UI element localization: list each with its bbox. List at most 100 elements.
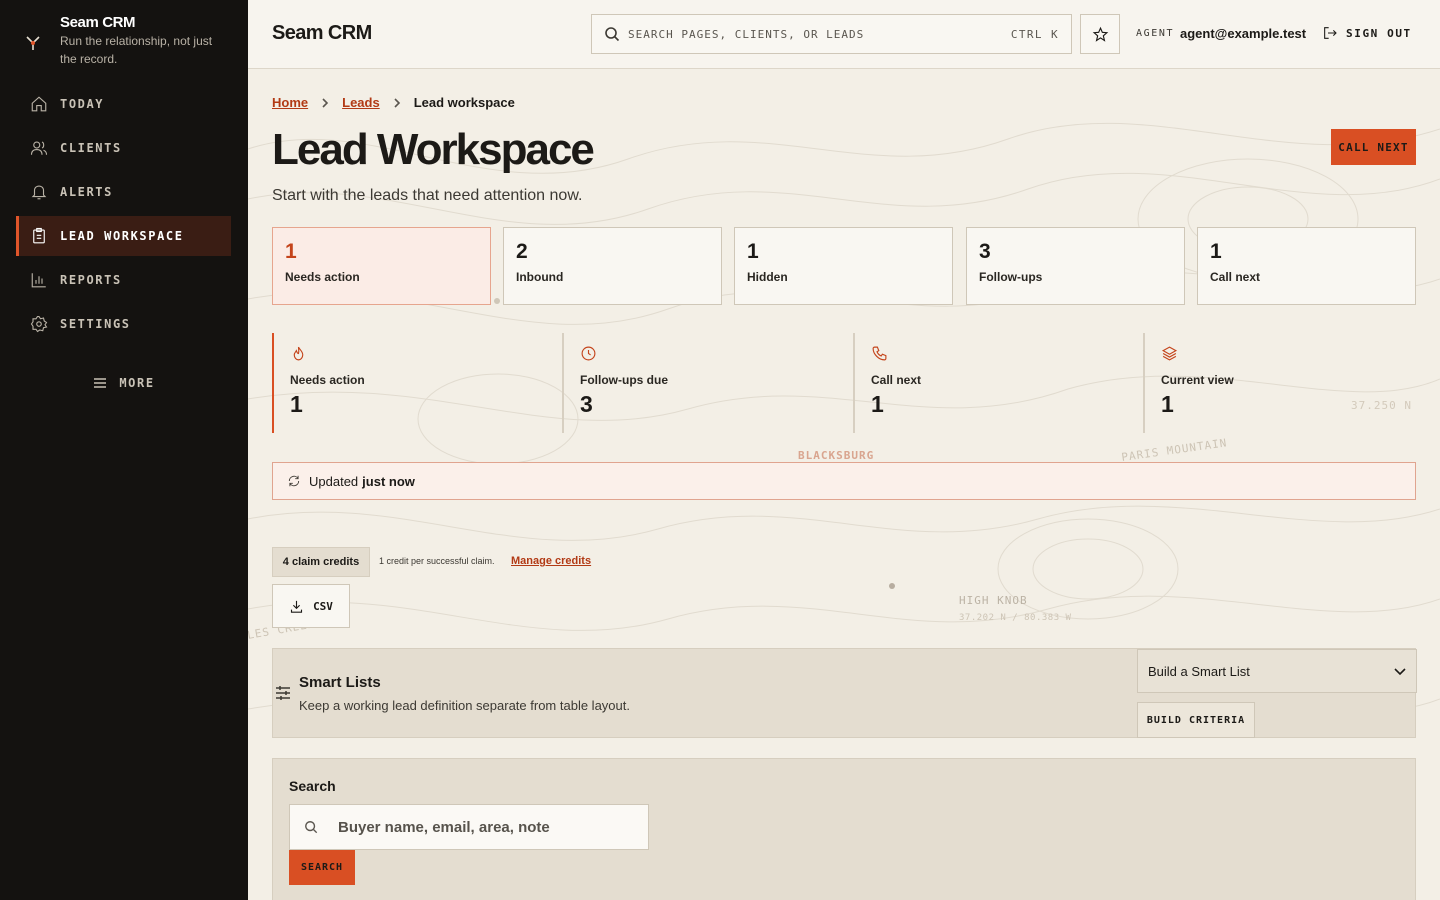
stat-value: 1 — [871, 391, 884, 417]
clock-icon — [581, 346, 596, 361]
sign-out-label: SIGN OUT — [1346, 26, 1412, 40]
breadcrumb-current: Lead workspace — [413, 95, 515, 110]
smart-list-select[interactable]: Build a Smart List — [1137, 649, 1417, 693]
lead-search-input[interactable] — [338, 818, 648, 836]
users-icon — [30, 141, 48, 155]
stat-follow-ups-due: Follow-ups due 3 — [562, 333, 842, 433]
map-label-high-knob: HIGH KNOB — [959, 594, 1028, 607]
global-search[interactable]: CTRL K — [591, 14, 1072, 54]
stat-needs-action: Needs action 1 — [272, 333, 552, 433]
global-search-input[interactable] — [628, 27, 1011, 41]
sidebar-item-label: LEAD WORKSPACE — [60, 229, 184, 243]
search-shortcut: CTRL K — [1010, 27, 1059, 41]
tile-label: Hidden — [747, 270, 788, 284]
tile-follow-ups[interactable]: 3 Follow-ups — [966, 227, 1185, 305]
tile-value: 1 — [285, 240, 297, 263]
tile-needs-action[interactable]: 1 Needs action — [272, 227, 491, 305]
agent-email: agent@example.test — [1180, 26, 1307, 41]
favorite-button[interactable] — [1080, 14, 1120, 54]
chevron-right-icon — [322, 97, 329, 108]
updated-prefix: Updated — [309, 473, 359, 489]
manage-credits-link[interactable]: Manage credits — [511, 555, 591, 567]
tile-value: 3 — [979, 240, 991, 263]
tile-inbound[interactable]: 2 Inbound — [503, 227, 722, 305]
lead-search-label: Search — [289, 778, 336, 794]
logout-icon — [1324, 27, 1337, 39]
breadcrumb-home[interactable]: Home — [272, 95, 308, 110]
chevron-right-icon — [394, 97, 400, 108]
app-title: Seam CRM — [272, 22, 372, 44]
sliders-icon — [276, 686, 290, 700]
star-icon — [1092, 26, 1108, 42]
updated-value: just now — [362, 473, 415, 489]
tile-call-next[interactable]: 1 Call next — [1197, 227, 1416, 305]
map-label-blacksburg: BLACKSBURG — [798, 449, 874, 462]
stat-value: 1 — [1161, 391, 1174, 417]
clipboard-icon — [33, 227, 45, 244]
bell-icon — [31, 185, 47, 200]
stat-label: Follow-ups due — [580, 373, 668, 387]
brand-name: Seam CRM — [60, 14, 136, 31]
credits-note: 1 credit per successful claim. — [379, 556, 495, 566]
updated-banner: Updated just now — [272, 462, 1416, 500]
home-icon — [31, 96, 47, 112]
call-next-button[interactable]: CALL NEXT — [1331, 129, 1416, 165]
sidebar-item-alerts[interactable]: ALERTS — [16, 172, 231, 212]
claim-credits-badge: 4 claim credits — [272, 547, 370, 577]
tile-label: Follow-ups — [979, 270, 1043, 284]
stat-label: Needs action — [290, 373, 365, 387]
csv-export-button[interactable]: CSV — [272, 584, 350, 628]
search-button[interactable]: SEARCH — [289, 850, 355, 885]
smart-lists-title: Smart Lists — [299, 674, 381, 691]
stat-call-next: Call next 1 — [853, 333, 1133, 433]
tile-label: Call next — [1210, 270, 1261, 284]
csv-label: CSV — [313, 599, 333, 613]
breadcrumb-leads[interactable]: Leads — [342, 95, 380, 110]
tile-label: Inbound — [516, 270, 564, 284]
brand-tagline: Run the relationship, not just the recor… — [60, 34, 213, 66]
sidebar-item-today[interactable]: TODAY — [16, 84, 231, 124]
sidebar-item-clients[interactable]: CLIENTS — [16, 128, 231, 168]
sidebar-item-label: SETTINGS — [60, 317, 131, 331]
brand[interactable]: Seam CRM Run the relationship, not just … — [24, 14, 230, 68]
sidebar-item-label: ALERTS — [60, 185, 113, 199]
page-title: Lead Workspace — [272, 125, 595, 174]
refresh-icon[interactable] — [287, 474, 301, 488]
map-label-paris-mountain: PARIS MOUNTAIN — [1121, 436, 1228, 464]
gear-icon — [30, 315, 48, 333]
stat-value: 1 — [290, 391, 303, 417]
sidebar-item-lead-workspace[interactable]: LEAD WORKSPACE — [16, 216, 231, 256]
tile-hidden[interactable]: 1 Hidden — [734, 227, 953, 305]
phone-icon — [872, 346, 887, 361]
more-button[interactable]: MORE — [0, 372, 248, 394]
menu-icon — [94, 378, 107, 388]
sidebar-item-label: TODAY — [60, 97, 105, 111]
search-icon — [605, 27, 620, 42]
smart-lists-description: Keep a working lead definition separate … — [299, 698, 630, 713]
layers-icon — [1161, 346, 1178, 361]
sidebar-item-reports[interactable]: REPORTS — [16, 260, 231, 300]
lead-search-panel: Search SEARCH — [272, 758, 1416, 900]
sidebar: Seam CRM Run the relationship, not just … — [0, 0, 248, 900]
map-label-high-knob-coords: 37.202 N / 80.383 W — [959, 613, 1072, 623]
stat-current-view: Current view 1 — [1143, 333, 1423, 433]
main-content: BLACKSBURG PARIS MOUNTAIN HIGH KNOB 37.2… — [248, 69, 1440, 900]
stat-label: Call next — [871, 373, 922, 387]
sidebar-item-label: CLIENTS — [60, 141, 122, 155]
page-subtitle: Start with the leads that need attention… — [272, 187, 583, 204]
sign-out-button[interactable]: SIGN OUT — [1322, 25, 1412, 41]
smart-list-select-value: Build a Smart List — [1148, 663, 1250, 679]
tile-value: 1 — [747, 240, 759, 263]
search-icon — [305, 821, 318, 834]
bar-chart-icon — [31, 273, 46, 288]
lead-search-field[interactable] — [289, 804, 649, 850]
sidebar-item-label: REPORTS — [60, 273, 122, 287]
tile-value: 1 — [1210, 240, 1222, 263]
flame-icon — [293, 346, 304, 361]
download-icon — [291, 600, 303, 613]
logo-icon — [26, 36, 40, 50]
build-criteria-button[interactable]: BUILD CRITERIA — [1137, 702, 1255, 738]
tile-value: 2 — [516, 240, 528, 263]
sidebar-item-settings[interactable]: SETTINGS — [16, 304, 231, 344]
stat-label: Current view — [1161, 373, 1234, 387]
